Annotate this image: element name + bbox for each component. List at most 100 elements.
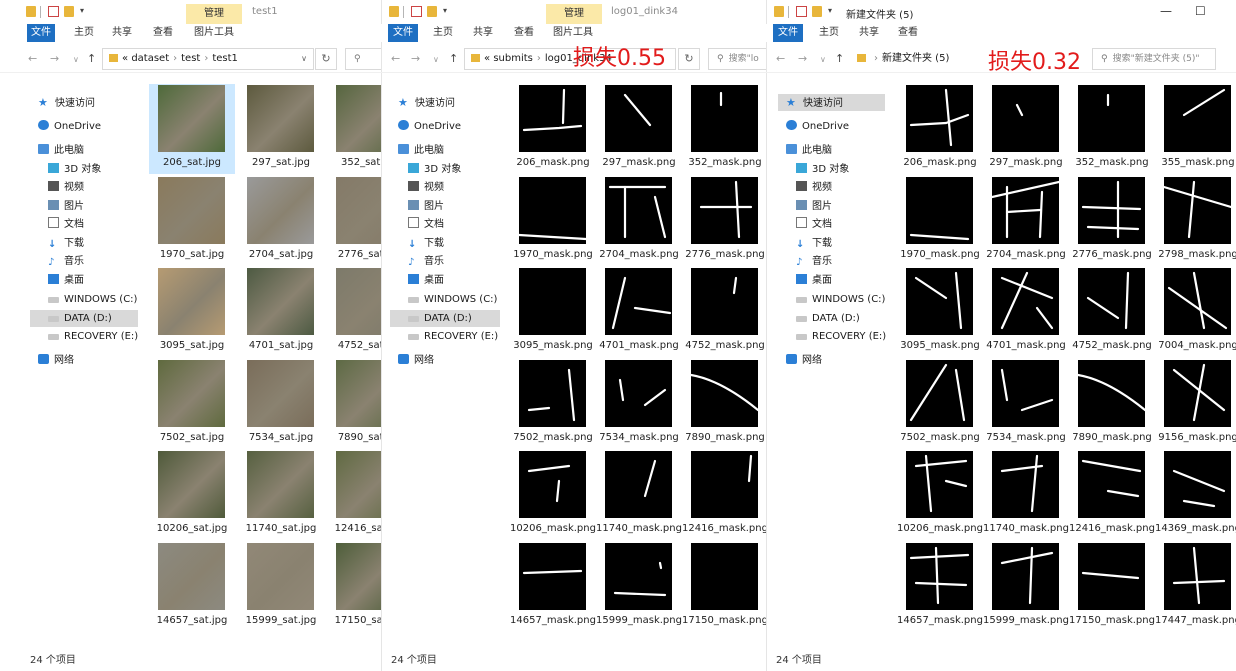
breadcrumb-dataset[interactable]: dataset [131,53,169,64]
nav-item[interactable]: ↓ 下载 [390,235,500,252]
file-item[interactable]: 15999_mask.png [596,542,682,632]
file-item[interactable]: 7890_mask.png [682,359,766,449]
nav-item[interactable]: ↓ 下载 [30,235,138,252]
nav-item[interactable]: 视频 [778,179,885,196]
tab-share[interactable]: 共享 [855,24,883,42]
back-icon[interactable]: ← [776,52,785,65]
folder-icon[interactable] [774,6,784,17]
file-item[interactable]: 14369_mask.png [1155,450,1236,540]
manage-context-tab[interactable]: 管理 [546,4,602,24]
tab-picture-tools[interactable]: 图片工具 [188,24,240,42]
file-item[interactable]: 17150_mask.png [1069,542,1155,632]
nav-item[interactable]: ★ 快速访问 [30,94,138,111]
nav-item[interactable]: 此电脑 [390,142,500,159]
file-item[interactable]: 10206_mask.png [510,450,596,540]
file-item[interactable]: 206_sat.jpg [149,84,235,174]
file-item[interactable]: 355_mask.png [1155,84,1236,174]
tab-home[interactable]: 主页 [429,24,457,42]
file-item[interactable]: 17150_sat.jpg [327,542,381,632]
file-item[interactable]: 9156_mask.png [1155,359,1236,449]
file-item[interactable]: 11740_mask.png [596,450,682,540]
nav-item[interactable]: 网络 [390,352,500,369]
forward-icon[interactable]: → [50,52,59,65]
file-item[interactable]: 3095_mask.png [897,267,983,357]
file-item[interactable]: 2704_mask.png [596,176,682,266]
new-folder-icon[interactable] [64,6,74,17]
tab-share[interactable]: 共享 [469,24,497,42]
customize-quick-access-icon[interactable]: ▾ [80,6,90,17]
breadcrumb-submits[interactable]: submits [493,53,533,64]
file-item[interactable]: 7004_mask.png [1155,267,1236,357]
refresh-button[interactable]: ↻ [678,48,700,70]
nav-item[interactable]: 文档 [390,216,500,233]
nav-item[interactable]: 桌面 [30,272,138,289]
nav-item[interactable]: 3D 对象 [390,161,500,178]
nav-item[interactable]: RECOVERY (E:) [30,328,138,345]
nav-item[interactable]: 视频 [390,179,500,196]
file-item[interactable]: 7534_mask.png [983,359,1069,449]
file-item[interactable]: 12416_mask.png [1069,450,1155,540]
folder-icon[interactable] [389,6,399,17]
file-item[interactable]: 14657_sat.jpg [149,542,235,632]
properties-icon[interactable] [411,6,422,17]
nav-item[interactable]: DATA (D:) [778,310,885,327]
file-item[interactable]: 297_mask.png [596,84,682,174]
file-item[interactable]: 17150_mask.png [682,542,766,632]
file-item[interactable]: 7502_sat.jpg [149,359,235,449]
nav-item[interactable]: 文档 [30,216,138,233]
nav-item[interactable]: ★ 快速访问 [390,94,500,111]
file-item[interactable]: 15999_sat.jpg [238,542,324,632]
nav-item[interactable]: 网络 [778,352,885,369]
breadcrumb-test[interactable]: test [181,53,200,64]
file-item[interactable]: 1970_mask.png [897,176,983,266]
nav-item[interactable]: 文档 [778,216,885,233]
nav-item[interactable]: DATA (D:) [30,310,138,327]
recent-locations-icon[interactable]: ∨ [820,55,826,64]
nav-item[interactable]: RECOVERY (E:) [778,328,886,345]
chevron-right-icon[interactable]: › [537,53,541,64]
manage-context-tab[interactable]: 管理 [186,4,242,24]
nav-item[interactable]: 此电脑 [30,142,138,159]
address-bar[interactable]: « dataset › test › test1 ∨ [102,48,314,70]
file-item[interactable]: 1970_mask.png [510,176,596,266]
nav-item[interactable]: ★ 快速访问 [778,94,885,111]
new-folder-icon[interactable] [427,6,437,17]
chevron-right-icon[interactable]: › [874,53,878,64]
file-item[interactable]: 4752_mask.png [682,267,766,357]
properties-icon[interactable] [48,6,59,17]
file-item[interactable]: 10206_mask.png [897,450,983,540]
file-item[interactable]: 2798_mask.png [1155,176,1236,266]
file-item[interactable]: 11740_sat.jpg [238,450,324,540]
nav-item[interactable]: 视频 [30,179,138,196]
customize-quick-access-icon[interactable]: ▾ [828,6,838,17]
folder-icon[interactable] [26,6,36,17]
nav-item[interactable]: 图片 [390,198,500,215]
recent-locations-icon[interactable]: ∨ [433,55,439,64]
file-item[interactable]: 4752_mask.png [1069,267,1155,357]
nav-item[interactable]: 网络 [30,352,138,369]
file-item[interactable]: 297_sat.jpg [238,84,324,174]
file-item[interactable]: 17447_mask.png [1155,542,1236,632]
nav-item[interactable]: WINDOWS (C:) [778,291,885,308]
tab-file[interactable]: 文件 [27,24,55,42]
nav-item[interactable]: RECOVERY (E:) [390,328,500,345]
tab-home[interactable]: 主页 [815,24,843,42]
up-icon[interactable]: ↑ [449,52,458,65]
tab-view[interactable]: 查看 [894,24,922,42]
chevron-right-icon[interactable]: › [173,53,177,64]
minimize-button[interactable]: — [1160,4,1172,18]
file-item[interactable]: 10206_sat.jpg [149,450,235,540]
properties-icon[interactable] [796,6,807,17]
nav-item[interactable]: ♪ 音乐 [30,253,138,270]
breadcrumb-overflow[interactable]: « [122,53,128,64]
nav-item[interactable]: DATA (D:) [390,310,500,327]
file-item[interactable]: 7890_sat.jpg [327,359,381,449]
tab-view[interactable]: 查看 [149,24,177,42]
up-icon[interactable]: ↑ [87,52,96,65]
file-item[interactable]: 2704_sat.jpg [238,176,324,266]
file-item[interactable]: 3095_mask.png [510,267,596,357]
recent-locations-icon[interactable]: ∨ [73,55,79,64]
tab-share[interactable]: 共享 [108,24,136,42]
refresh-button[interactable]: ↻ [315,48,337,70]
nav-item[interactable]: OneDrive [778,118,885,135]
